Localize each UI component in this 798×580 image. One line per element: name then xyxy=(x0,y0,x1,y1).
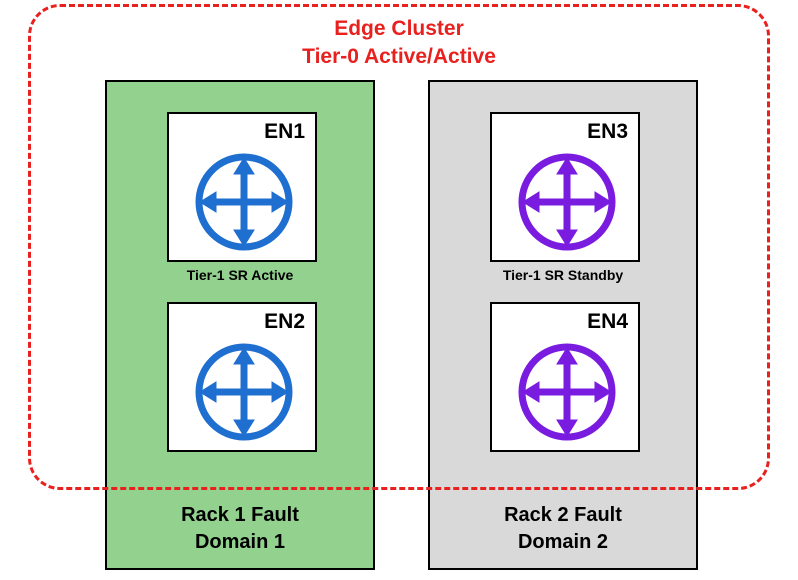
rack-label-line2: Domain 1 xyxy=(195,531,285,553)
rack-label-line1: Rack 1 Fault xyxy=(181,504,299,526)
rack-label-line1: Rack 2 Fault xyxy=(504,504,622,526)
rack2-label: Rack 2 Fault Domain 2 xyxy=(430,502,696,556)
rack1-label: Rack 1 Fault Domain 1 xyxy=(107,502,373,556)
cluster-title: Edge Cluster Tier-0 Active/Active xyxy=(302,15,496,72)
cluster-title-line2: Tier-0 Active/Active xyxy=(302,45,496,68)
edge-cluster-boundary: Edge Cluster Tier-0 Active/Active xyxy=(28,4,770,490)
cluster-title-line1: Edge Cluster xyxy=(334,17,464,40)
rack-label-line2: Domain 2 xyxy=(518,531,608,553)
